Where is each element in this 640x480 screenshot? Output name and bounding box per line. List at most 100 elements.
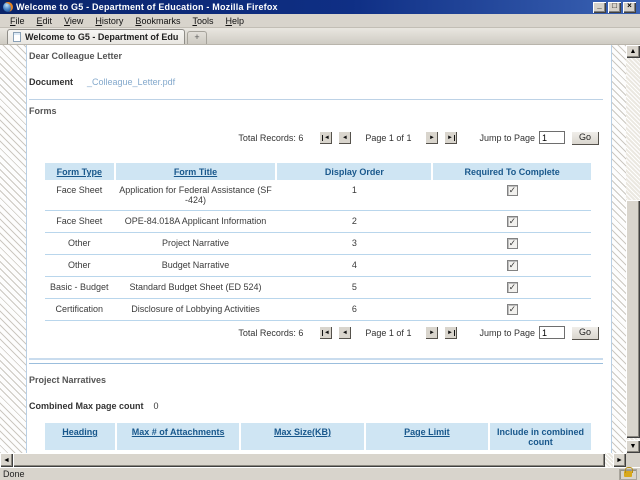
forms-heading: Forms bbox=[29, 106, 611, 116]
menu-item-tools[interactable]: Tools bbox=[186, 15, 219, 27]
form-title-cell: Application for Federal Assistance (SF -… bbox=[116, 180, 276, 210]
menu-bar: File Edit View History Bookmarks Tools H… bbox=[0, 14, 640, 28]
jump-to-page-label: Jump to Page bbox=[479, 328, 535, 338]
form-title-cell: Standard Budget Sheet (ED 524) bbox=[116, 277, 276, 298]
total-records-label: Total Records: 6 bbox=[238, 133, 303, 143]
menu-item-file[interactable]: File bbox=[4, 15, 31, 27]
go-button[interactable]: Go bbox=[571, 131, 599, 145]
form-title-cell: Budget Narrative bbox=[116, 255, 276, 276]
table-row: Face Sheet Application for Federal Assis… bbox=[45, 180, 591, 211]
sort-heading[interactable]: Heading bbox=[62, 427, 98, 437]
header-display-order: Display Order bbox=[277, 163, 431, 180]
display-order-cell: 5 bbox=[277, 277, 431, 298]
form-title-cell: Disclosure of Lobbying Activities bbox=[116, 299, 276, 320]
horizontal-scrollbar[interactable]: ◄ ► bbox=[0, 453, 626, 467]
page-indicator: Page 1 of 1 bbox=[365, 328, 411, 338]
form-type-cell: Other bbox=[45, 233, 114, 254]
scroll-down-button[interactable]: ▼ bbox=[626, 440, 640, 453]
sort-page-limit[interactable]: Page Limit bbox=[404, 427, 450, 437]
project-narratives-heading: Project Narratives bbox=[29, 375, 611, 385]
first-page-button[interactable]: ◄ bbox=[319, 326, 332, 339]
menu-item-help[interactable]: Help bbox=[219, 15, 250, 27]
last-page-icon: ► bbox=[447, 330, 455, 336]
section-divider-double bbox=[29, 358, 603, 364]
form-type-cell: Face Sheet bbox=[45, 180, 114, 210]
prev-page-button[interactable]: ◄ bbox=[338, 326, 351, 339]
vertical-scrollbar[interactable]: ▲ ▼ bbox=[626, 45, 640, 453]
table-row: Other Budget Narrative 4 bbox=[45, 255, 591, 277]
scrollbar-corner bbox=[626, 453, 640, 467]
display-order-cell: 4 bbox=[277, 255, 431, 276]
menu-item-edit[interactable]: Edit bbox=[31, 15, 59, 27]
page-icon bbox=[13, 32, 21, 42]
page-content: Dear Colleague Letter Document _Colleagu… bbox=[26, 45, 612, 453]
horizontal-scrollbar-thumb[interactable] bbox=[13, 453, 605, 467]
minimize-button[interactable]: _ bbox=[593, 2, 606, 13]
scroll-up-button[interactable]: ▲ bbox=[626, 45, 640, 58]
colleague-letter-link[interactable]: _Colleague_Letter.pdf bbox=[87, 77, 175, 87]
menu-item-view[interactable]: View bbox=[58, 15, 89, 27]
jump-to-page-input[interactable] bbox=[539, 131, 565, 144]
sort-form-type[interactable]: Form Type bbox=[57, 167, 102, 177]
required-checkbox[interactable] bbox=[507, 260, 518, 271]
required-checkbox[interactable] bbox=[507, 304, 518, 315]
combined-max-label: Combined Max page count bbox=[29, 401, 144, 411]
sort-form-title[interactable]: Form Title bbox=[174, 167, 217, 177]
next-page-icon: ► bbox=[429, 330, 435, 336]
last-page-icon: ► bbox=[447, 135, 455, 141]
total-records-label: Total Records: 6 bbox=[238, 328, 303, 338]
first-page-button[interactable]: ◄ bbox=[319, 131, 332, 144]
security-indicator bbox=[619, 469, 637, 480]
vertical-scrollbar-thumb[interactable] bbox=[626, 200, 640, 438]
active-tab[interactable]: Welcome to G5 - Department of Edu... bbox=[7, 29, 185, 44]
required-checkbox[interactable] bbox=[507, 282, 518, 293]
next-page-button[interactable]: ► bbox=[425, 326, 438, 339]
combined-max-value: 0 bbox=[154, 401, 159, 411]
close-button[interactable]: × bbox=[623, 2, 636, 13]
form-type-cell: Other bbox=[45, 255, 114, 276]
header-required: Required To Complete bbox=[433, 163, 591, 180]
prev-page-button[interactable]: ◄ bbox=[338, 131, 351, 144]
status-text: Done bbox=[3, 469, 619, 479]
menu-item-bookmarks[interactable]: Bookmarks bbox=[129, 15, 186, 27]
required-checkbox[interactable] bbox=[507, 216, 518, 227]
firefox-icon bbox=[3, 2, 13, 12]
plus-icon: + bbox=[194, 32, 199, 42]
lock-icon bbox=[624, 471, 632, 477]
restore-icon: □ bbox=[608, 1, 621, 10]
required-checkbox[interactable] bbox=[507, 185, 518, 196]
scroll-down-icon: ▼ bbox=[630, 443, 637, 450]
form-type-cell: Basic - Budget bbox=[45, 277, 114, 298]
table-row: Certification Disclosure of Lobbying Act… bbox=[45, 299, 591, 321]
close-icon: × bbox=[623, 1, 636, 10]
display-order-cell: 3 bbox=[277, 233, 431, 254]
next-page-icon: ► bbox=[429, 135, 435, 141]
browser-window: Welcome to G5 - Department of Education … bbox=[0, 0, 640, 480]
restore-button[interactable]: □ bbox=[608, 2, 621, 13]
next-page-button[interactable]: ► bbox=[425, 131, 438, 144]
status-bar: Done bbox=[0, 467, 640, 480]
form-title-cell: Project Narrative bbox=[116, 233, 276, 254]
section-divider bbox=[29, 99, 603, 100]
last-page-button[interactable]: ► bbox=[444, 326, 457, 339]
project-narratives-table: Heading Max # of Attachments Max Size(KB… bbox=[45, 423, 591, 453]
new-tab-button[interactable]: + bbox=[187, 31, 207, 44]
forms-pagination-top: Total Records: 6 ◄ ◄ Page 1 of 1 ► ► Jum… bbox=[29, 130, 599, 145]
scroll-right-button[interactable]: ► bbox=[613, 453, 626, 467]
sort-max-attachments[interactable]: Max # of Attachments bbox=[132, 427, 225, 437]
required-checkbox[interactable] bbox=[507, 238, 518, 249]
sort-max-size[interactable]: Max Size(KB) bbox=[274, 427, 331, 437]
form-type-cell: Face Sheet bbox=[45, 211, 114, 232]
table-row: Face Sheet OPE-84.018A Applicant Informa… bbox=[45, 211, 591, 233]
display-order-cell: 2 bbox=[277, 211, 431, 232]
display-order-cell: 6 bbox=[277, 299, 431, 320]
form-title-cell: OPE-84.018A Applicant Information bbox=[116, 211, 276, 232]
go-button[interactable]: Go bbox=[571, 326, 599, 340]
header-include-combined: Include in combined count bbox=[490, 423, 591, 450]
jump-to-page-input[interactable] bbox=[539, 326, 565, 339]
scroll-left-button[interactable]: ◄ bbox=[0, 453, 13, 467]
table-row: Basic - Budget Standard Budget Sheet (ED… bbox=[45, 277, 591, 299]
menu-item-history[interactable]: History bbox=[89, 15, 129, 27]
minimize-icon: _ bbox=[593, 1, 606, 10]
last-page-button[interactable]: ► bbox=[444, 131, 457, 144]
